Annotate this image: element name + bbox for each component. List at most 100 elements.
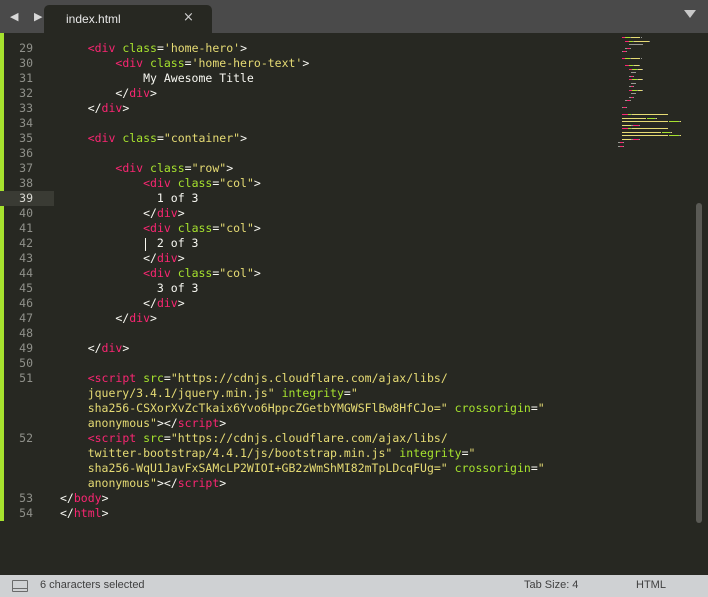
close-icon[interactable]: × xyxy=(183,10,194,25)
line-number: 34 xyxy=(19,116,33,130)
code-token: = xyxy=(343,386,351,400)
status-bar: 6 characters selected Tab Size: 4 HTML xyxy=(0,575,708,597)
code-token: </ xyxy=(60,206,157,220)
tab-bar: ◀ ▶ index.html × xyxy=(0,0,708,33)
line-number: 39 xyxy=(19,191,33,205)
minimap-stroke xyxy=(626,51,628,52)
code-token: > xyxy=(302,56,310,70)
line-number: 49 xyxy=(19,341,33,355)
code-token: = xyxy=(156,41,164,55)
code-token: class xyxy=(177,221,213,235)
minimap-stroke xyxy=(646,117,655,119)
code-line: My Awesome Title xyxy=(60,71,254,86)
code-token: " xyxy=(350,386,358,400)
code-token: class xyxy=(150,56,185,70)
code-token: " xyxy=(537,401,545,415)
code-token: div xyxy=(156,251,178,265)
code-token: > xyxy=(122,101,130,115)
line-number: 30 xyxy=(19,56,33,70)
code-token: "https://cdnjs.cloudflare.com/ajax/libs/ xyxy=(170,431,448,445)
code-token: > xyxy=(253,221,261,235)
scrollbar-thumb[interactable] xyxy=(696,203,702,523)
code-token: </ xyxy=(60,251,157,265)
code-token: crossorigin xyxy=(454,461,531,475)
code-editor[interactable]: <div class='home-hero'> <div class='home… xyxy=(60,33,613,575)
minimap-stroke xyxy=(638,65,640,66)
code-token: </ xyxy=(60,506,74,520)
minimap-stroke xyxy=(621,138,631,140)
minimap-stroke xyxy=(631,114,668,115)
minimap-stroke xyxy=(630,93,636,94)
code-token: > xyxy=(150,86,157,100)
code-line: </body> xyxy=(60,491,109,506)
code-token: src xyxy=(143,431,164,445)
tab-overflow-chevron-down-icon[interactable] xyxy=(684,10,696,18)
code-token: " xyxy=(537,461,545,475)
minimap-stroke xyxy=(648,40,650,42)
code-token: = xyxy=(530,401,538,415)
syntax-indicator[interactable]: HTML xyxy=(636,579,666,591)
code-token: crossorigin xyxy=(454,401,531,415)
line-number: 32 xyxy=(19,86,33,100)
tab-nav-arrows-icon[interactable]: ◀ ▶ xyxy=(10,10,48,23)
code-token: > xyxy=(253,266,261,280)
minimap-stroke xyxy=(630,37,641,38)
code-line: 1 of 3 xyxy=(60,191,199,206)
code-line: sha256-CSXorXvZcTkaix6Yvo6HppcZGetbYMGWS… xyxy=(60,401,545,416)
panel-toggle-icon[interactable] xyxy=(12,580,28,592)
code-token: <div xyxy=(87,41,123,55)
code-line: </div> xyxy=(60,341,130,356)
line-number: 51 xyxy=(19,371,33,385)
code-token: sha256-WqU1JavFxSAMcLP2WIOI+GB2zWmShMI82… xyxy=(60,461,448,475)
line-number: 54 xyxy=(19,506,33,520)
code-token: </ xyxy=(60,86,130,100)
code-line: 2 of 3 xyxy=(60,236,199,251)
code-token: "col" xyxy=(219,266,254,280)
text-cursor xyxy=(145,238,146,251)
tab-size-indicator[interactable]: Tab Size: 4 xyxy=(524,579,578,591)
code-token: > xyxy=(219,416,227,430)
code-token: = xyxy=(163,371,171,385)
code-token: ></ xyxy=(156,476,178,490)
line-number: 42 xyxy=(19,236,33,250)
minimap-stroke xyxy=(634,40,649,42)
code-token: class xyxy=(122,131,157,145)
line-number: 36 xyxy=(19,146,33,160)
code-token: </ xyxy=(60,101,102,115)
code-token: "col" xyxy=(219,221,254,235)
code-token: div xyxy=(156,296,178,310)
code-token: = xyxy=(163,431,171,445)
line-number: 44 xyxy=(19,266,33,280)
code-token: > xyxy=(253,176,261,190)
code-line: jquery/3.4.1/jquery.min.js" integrity=" xyxy=(60,386,358,401)
code-token: My Awesome Title xyxy=(60,71,254,85)
minimap[interactable] xyxy=(614,33,694,163)
code-token: = xyxy=(184,161,192,175)
tab-index-html[interactable]: index.html × xyxy=(44,5,212,33)
code-line: <div class='home-hero'> xyxy=(60,41,247,56)
line-number: 31 xyxy=(19,71,33,85)
code-line: twitter-bootstrap/4.4.1/js/bootstrap.min… xyxy=(60,446,476,461)
minimap-stroke xyxy=(642,79,644,80)
code-line: <div class="container"> xyxy=(60,131,247,146)
code-token: 3 of 3 xyxy=(60,281,199,295)
code-token: div xyxy=(101,101,123,115)
code-token: <div xyxy=(143,176,178,190)
code-line: <div class="col"> xyxy=(60,176,261,191)
line-number: 50 xyxy=(19,356,33,370)
minimap-stroke xyxy=(669,121,680,122)
line-number: 43 xyxy=(19,251,33,265)
minimap-stroke xyxy=(621,131,662,133)
code-token: "container" xyxy=(163,131,241,145)
tab-label: index.html xyxy=(66,12,121,26)
code-token: = xyxy=(461,446,469,460)
vertical-scrollbar[interactable] xyxy=(696,33,704,575)
code-line: <div class="col"> xyxy=(60,221,261,236)
code-token: <script xyxy=(87,371,144,385)
code-token: class xyxy=(122,41,157,55)
